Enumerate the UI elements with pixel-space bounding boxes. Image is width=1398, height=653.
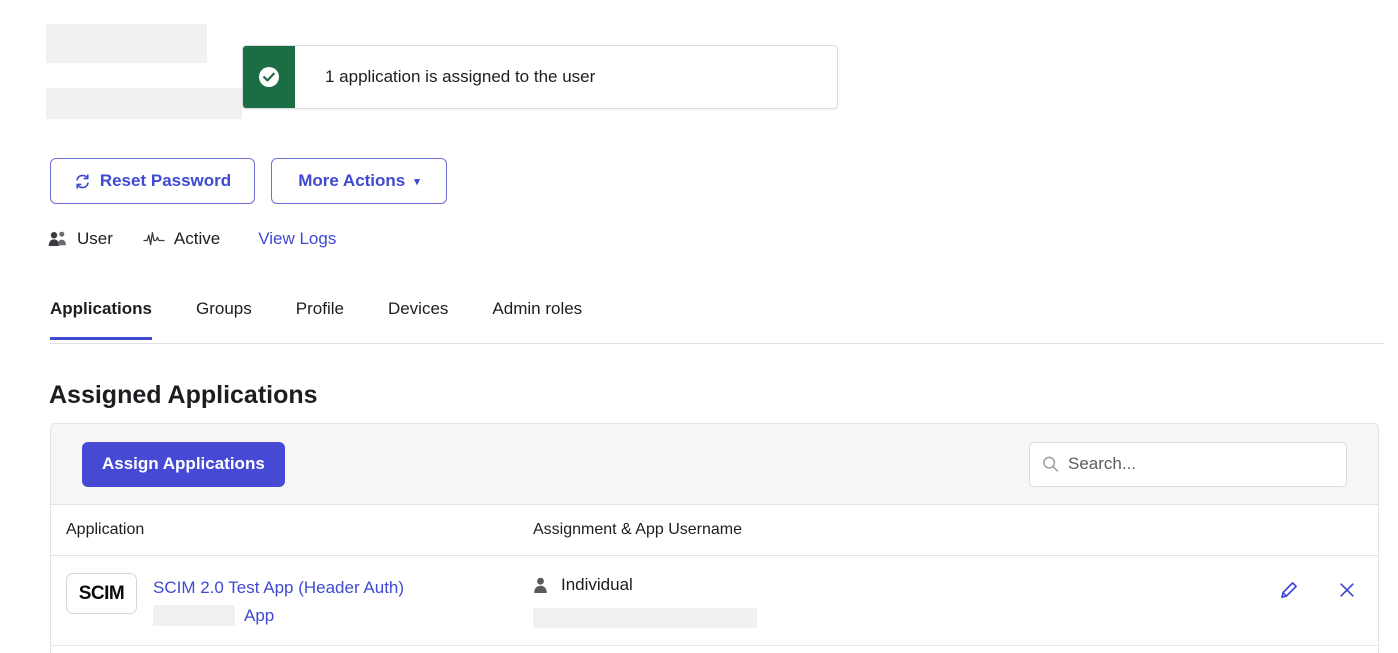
redacted-user-email: [46, 88, 242, 119]
person-icon: [533, 577, 548, 594]
tab-admin-roles[interactable]: Admin roles: [492, 296, 582, 339]
table-toolbar: Assign Applications: [51, 424, 1378, 505]
search-input[interactable]: [1029, 441, 1347, 487]
edit-assignment-button[interactable]: [1280, 581, 1298, 599]
application-name-link[interactable]: SCIM 2.0 Test App (Header Auth): [153, 577, 404, 598]
more-actions-button[interactable]: More Actions ▾: [271, 158, 447, 204]
application-name-second-line-label[interactable]: App: [244, 606, 274, 625]
application-name-second-line: App: [153, 605, 404, 627]
group-user-icon: [48, 230, 68, 248]
close-x-icon: [1338, 583, 1356, 602]
application-names: SCIM 2.0 Test App (Header Auth) App: [153, 573, 404, 627]
assignment-type-label: Individual: [561, 575, 633, 594]
check-circle-icon: [243, 46, 295, 108]
assignment-cell: Individual: [533, 573, 1176, 628]
tab-profile[interactable]: Profile: [296, 296, 344, 339]
row-actions: [1176, 573, 1364, 599]
redacted-app-instance-name: [153, 605, 235, 627]
user-meta-row: User Active View Logs: [48, 226, 336, 252]
remove-assignment-button[interactable]: [1338, 581, 1356, 599]
scim-app-logo: SCIM: [66, 573, 137, 614]
redacted-user-name: [46, 24, 207, 63]
view-logs-link[interactable]: View Logs: [258, 229, 336, 249]
chevron-down-icon: ▾: [414, 175, 420, 188]
activity-pulse-icon: [143, 231, 165, 247]
success-banner: 1 application is assigned to the user: [242, 45, 838, 109]
refresh-icon: [74, 173, 91, 190]
user-status: Active: [143, 229, 220, 249]
reset-password-label: Reset Password: [99, 171, 232, 190]
redacted-app-username: [533, 608, 757, 628]
assignment-type: Individual: [533, 575, 1176, 595]
user-type: User: [48, 229, 113, 249]
pencil-icon: [1280, 582, 1298, 602]
column-header-application: Application: [66, 521, 145, 538]
table-header-row: Application Assignment & App Username: [51, 505, 1378, 556]
assigned-applications-table: Assign Applications Application Assignme…: [50, 423, 1379, 653]
banner-message: 1 application is assigned to the user: [325, 67, 596, 86]
page-title: Assigned Applications: [49, 381, 318, 409]
user-type-label: User: [77, 229, 113, 248]
tab-devices[interactable]: Devices: [388, 296, 448, 339]
user-status-label: Active: [173, 229, 221, 248]
search-field: [1029, 441, 1347, 487]
application-cell: SCIM SCIM 2.0 Test App (Header Auth) App: [51, 573, 533, 627]
tab-applications[interactable]: Applications: [50, 296, 153, 340]
tab-groups[interactable]: Groups: [196, 296, 252, 339]
more-actions-label: More Actions: [298, 171, 406, 190]
tab-bar: Applications Groups Profile Devices Admi…: [50, 296, 1384, 344]
assign-applications-button[interactable]: Assign Applications: [82, 441, 285, 487]
reset-password-button[interactable]: Reset Password: [50, 158, 255, 204]
column-header-assignment: Assignment & App Username: [533, 521, 742, 538]
table-row: SCIM SCIM 2.0 Test App (Header Auth) App…: [51, 556, 1378, 646]
